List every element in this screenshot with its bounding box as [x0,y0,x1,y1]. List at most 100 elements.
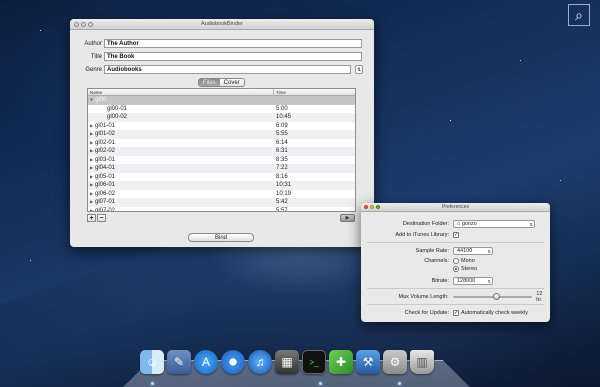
disclosure-triangle-icon[interactable]: ▶ [88,122,95,131]
row-time [274,96,355,105]
remove-file-button[interactable]: − [97,214,106,222]
magnify-icon[interactable]: ⌕ [568,4,590,26]
max-volume-slider[interactable] [452,292,533,300]
wallpaper-star [450,120,451,121]
mono-option[interactable]: Mono [453,257,475,264]
stereo-label: Stereo [461,265,478,272]
app-store-icon[interactable]: A [194,350,218,374]
author-label: Author [84,40,102,47]
genre-combobox[interactable]: Audiobooks [104,65,351,74]
disclosure-triangle-icon[interactable]: ▶ [88,181,95,190]
bind-button[interactable]: Bind [188,233,254,242]
row-time: 6:31 [276,148,288,154]
table-row[interactable]: ▶ gl07-01 5:42 [88,198,355,207]
close-button[interactable] [74,22,79,27]
row-name: gl06-01 [95,182,116,188]
table-row[interactable]: ▶ gl05-01 8:16 [88,173,355,182]
disclosure-triangle-icon[interactable]: ▶ [88,147,95,156]
stereo-option[interactable]: Stereo [453,265,478,272]
table-row[interactable]: gl00-01 5:00 [88,105,355,114]
stereo-radio[interactable] [453,265,459,272]
table-row[interactable]: ▼ gl00 [88,96,355,105]
row-name: gl02-01 [95,139,116,146]
disclosure-triangle-icon[interactable]: ▶ [88,190,95,199]
update-option[interactable]: ✓ Automatically check weekly [453,309,528,316]
table-row[interactable]: ▶ gl01-01 6:09 [88,122,355,131]
column-header-time[interactable]: Time [274,89,355,95]
update-checkbox[interactable]: ✓ [453,309,459,316]
disclosure-triangle-icon[interactable]: ▶ [88,173,95,182]
row-time: 5:00 [276,105,288,112]
row-time: 5:55 [276,131,288,137]
slider-knob[interactable] [492,292,500,300]
table-row[interactable]: ▶ gl06-02 10:19 [88,190,355,199]
zoom-button[interactable] [376,205,380,209]
safari-icon[interactable]: ✦ [221,350,245,374]
table-row[interactable]: ▶ gl01-02 5:55 [88,130,355,139]
update-label: Check for Update: [404,309,449,316]
instruments-icon[interactable]: ⚒ [356,350,380,374]
row-name: gl02-02 [95,148,116,154]
author-field[interactable]: The Author [104,39,362,48]
minimize-button[interactable] [81,22,86,27]
max-volume-value: 12 hr. [536,290,543,303]
utilities-icon[interactable]: ⚙ [383,350,407,374]
table-row[interactable]: ▶ gl04-01 7:22 [88,164,355,173]
row-time: 8:35 [276,156,288,163]
row-time: 8:16 [276,173,288,180]
disclosure-triangle-icon[interactable]: ▼ [88,96,95,105]
add-file-button[interactable]: + [87,214,96,222]
terminal-icon[interactable]: >_ [302,350,326,374]
genre-popup-arrows-icon[interactable]: ⇅ [355,65,363,74]
tab-files[interactable]: Files [199,79,220,86]
disclosure-triangle-icon[interactable]: ▶ [88,164,95,173]
minimize-button[interactable] [370,205,374,209]
destination-popup[interactable]: ⌂ gonzo ⇅ [453,219,535,228]
bitrate-popup[interactable]: 128000 ⇅ [453,276,493,285]
row-time: 7:22 [276,165,288,171]
destination-row: Destination Folder: ⌂ gonzo ⇅ [361,219,550,228]
table-row[interactable]: ▶ gl07-02 5:57 [88,207,355,212]
zoom-button[interactable] [88,22,93,27]
row-time: 10:45 [276,114,292,120]
running-indicator [398,382,401,385]
wallpaper-star [520,60,521,61]
trash-icon[interactable]: ▥ [410,350,434,374]
title-field[interactable]: The Book [104,52,362,61]
sample-rate-popup[interactable]: 44100 ⇅ [453,246,493,255]
xcode-icon[interactable]: ✚ [329,350,353,374]
running-indicator [319,382,322,385]
genre-row: Genre Audiobooks [74,65,351,74]
disclosure-triangle-icon[interactable]: ▶ [88,130,95,139]
disclosure-triangle-icon[interactable]: ▶ [88,156,95,165]
mono-radio[interactable] [453,257,459,264]
tab-cover[interactable]: Cover [219,79,244,86]
disclosure-triangle-icon[interactable]: ▶ [88,139,95,148]
table-header: Name Time [88,89,355,96]
row-time: 10:31 [276,182,292,188]
photo-booth-icon[interactable]: ▦ [275,350,299,374]
table-row[interactable]: ▶ gl02-01 6:14 [88,139,355,148]
itunes-icon[interactable]: ♫ [248,350,272,374]
itunes-checkbox[interactable]: ✓ [453,231,459,238]
disclosure-triangle-icon[interactable]: ▶ [88,207,95,212]
chevron-updown-icon: ⇅ [529,221,533,227]
max-volume-label: Max Volume Length: [398,293,449,300]
column-header-name[interactable]: Name [88,89,274,95]
bitrate-value: 128000 [457,277,476,284]
disclosure-triangle-icon[interactable]: ▶ [88,198,95,207]
itunes-row: Add to iTunes Library: ✓ [361,230,550,239]
sample-rate-row: Sample Rate: 44100 ⇅ [361,246,550,255]
table-row[interactable]: ▶ gl02-02 6:31 [88,147,355,156]
table-row[interactable]: ▶ gl06-01 10:31 [88,181,355,190]
row-name: gl04-01 [95,165,116,171]
table-row[interactable]: gl00-02 10:45 [88,113,355,122]
table-row[interactable]: ▶ gl03-01 8:35 [88,156,355,165]
row-time: 10:19 [276,190,292,197]
finder-icon[interactable]: ☺ [140,350,164,374]
play-button[interactable]: ▶ [340,214,355,222]
row-name: gl00-02 [107,114,128,120]
preview-icon[interactable]: ✎ [167,350,191,374]
close-button[interactable] [364,205,368,209]
running-indicator [151,382,154,385]
